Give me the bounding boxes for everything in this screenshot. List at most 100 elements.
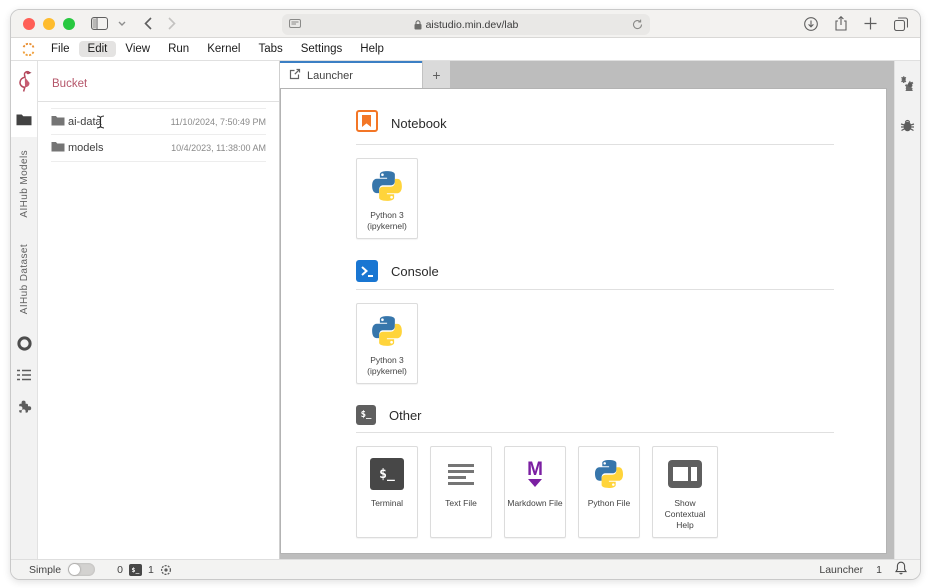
- minimize-window-button[interactable]: [43, 17, 55, 30]
- downloads-icon[interactable]: [804, 16, 818, 31]
- notifications-count: 1: [876, 563, 882, 576]
- reader-mode-icon[interactable]: [288, 19, 301, 30]
- menu-edit[interactable]: Edit: [78, 41, 117, 57]
- menu-help[interactable]: Help: [351, 41, 393, 57]
- divider: [356, 144, 834, 145]
- launcher-card-markdown-file[interactable]: M Markdown File: [504, 446, 566, 539]
- left-sidebar-dock: AIHub Models AIHub Dataset: [11, 61, 38, 559]
- card-sublabel: (ipykernel): [367, 221, 407, 232]
- card-label: Terminal: [370, 498, 404, 509]
- card-label: Python 3: [370, 355, 404, 366]
- window-controls: [23, 17, 75, 30]
- contextual-help-icon: [667, 456, 703, 492]
- sidebar-tab-aihub-dataset[interactable]: AIHub Dataset: [19, 244, 30, 314]
- menu-run[interactable]: Run: [159, 41, 198, 57]
- text-file-icon: [448, 463, 474, 485]
- debugger-icon[interactable]: [900, 118, 915, 138]
- card-label: Markdown File: [507, 498, 563, 509]
- launcher-card-contextual-help[interactable]: Show Contextual Help: [652, 446, 718, 539]
- section-title: Other: [389, 407, 422, 423]
- section-title: Console: [391, 263, 439, 279]
- jupyter-menubar: File Edit View Run Kernel Tabs Settings …: [11, 38, 920, 61]
- address-bar[interactable]: aistudio.min.dev/lab: [281, 14, 650, 35]
- running-kernels-icon[interactable]: [16, 336, 32, 351]
- file-browser-title: Bucket: [52, 78, 88, 90]
- launcher-card-python-file[interactable]: Python File: [578, 446, 640, 539]
- card-label: Python File: [587, 498, 631, 509]
- context-label: Launcher: [819, 563, 864, 576]
- file-modified: 11/10/2024, 7:50:49 PM: [170, 116, 266, 127]
- folder-icon: [51, 115, 65, 129]
- divider: [38, 101, 279, 102]
- main-dock-area: Launcher + Notebook Python 3 (ipykernel)…: [280, 61, 894, 559]
- file-browser-panel: Bucket ai-data 11/10/2024, 7:50:49 PM mo…: [38, 61, 280, 559]
- status-bar: Simple 0 $_ 1 Launcher 1: [11, 559, 920, 579]
- card-label: Show: [674, 498, 696, 509]
- file-row-ai-data[interactable]: ai-data 11/10/2024, 7:50:49 PM: [51, 108, 266, 135]
- menu-kernel[interactable]: Kernel: [198, 41, 249, 57]
- launcher-card-python3-notebook[interactable]: Python 3 (ipykernel): [356, 158, 418, 240]
- file-row-models[interactable]: models 10/4/2023, 11:38:00 AM: [51, 135, 266, 162]
- python-icon: [370, 168, 404, 204]
- launcher-card-terminal[interactable]: $_ Terminal: [356, 446, 418, 539]
- file-name: models: [68, 142, 104, 154]
- close-window-button[interactable]: [23, 17, 35, 30]
- table-of-contents-icon[interactable]: [17, 369, 31, 381]
- python-icon: [370, 313, 404, 349]
- bell-icon[interactable]: [895, 561, 907, 578]
- launcher-section-other: $_ Other $_ Terminal Text File M Markdow…: [356, 405, 834, 539]
- file-modified: 10/4/2023, 11:38:00 AM: [171, 143, 266, 153]
- launcher-card-text-file[interactable]: Text File: [430, 446, 492, 539]
- divider: [356, 289, 834, 291]
- chevron-down-icon[interactable]: [118, 21, 126, 26]
- terminals-count: 0: [117, 563, 123, 576]
- back-button[interactable]: [144, 17, 152, 30]
- notebook-icon: [356, 110, 378, 137]
- shell-icon: $_: [356, 405, 376, 426]
- menu-view[interactable]: View: [116, 41, 159, 57]
- tab-bar: Launcher +: [280, 61, 894, 88]
- text-cursor-pointer: [96, 115, 105, 132]
- card-label: Python 3: [370, 210, 404, 220]
- flamingo-logo-icon: [11, 61, 37, 101]
- kernels-count: 1: [147, 563, 154, 576]
- lock-icon: [414, 19, 422, 30]
- tab-launcher[interactable]: Launcher: [280, 61, 422, 88]
- tab-label: Launcher: [307, 69, 353, 82]
- card-sublabel: Contextual Help: [664, 509, 706, 531]
- kernel-status-icon[interactable]: [160, 564, 172, 576]
- property-inspector-icon[interactable]: [900, 75, 916, 96]
- console-icon: [356, 260, 378, 283]
- url-text: aistudio.min.dev/lab: [425, 18, 519, 31]
- new-tab-icon[interactable]: [864, 17, 877, 30]
- menu-file[interactable]: File: [42, 41, 79, 57]
- zoom-window-button[interactable]: [63, 17, 75, 30]
- card-label: Text File: [445, 498, 477, 509]
- terminal-status-icon[interactable]: $_: [128, 563, 142, 576]
- sidebar-tab-aihub-models[interactable]: AIHub Models: [19, 150, 30, 218]
- browser-toolbar: aistudio.min.dev/lab: [11, 10, 920, 38]
- forward-button[interactable]: [168, 17, 176, 30]
- card-sublabel: (ipykernel): [367, 366, 407, 377]
- launcher-panel: Notebook Python 3 (ipykernel) Console Py…: [280, 88, 887, 554]
- sidebar-tab-filebrowser[interactable]: [11, 101, 37, 137]
- tab-overview-icon[interactable]: [894, 16, 908, 31]
- terminal-icon: $_: [370, 458, 404, 491]
- launcher-card-python3-console[interactable]: Python 3 (ipykernel): [356, 303, 418, 385]
- reload-icon[interactable]: [632, 19, 643, 30]
- markdown-icon: M: [527, 460, 543, 487]
- launcher-tab-icon: [289, 68, 301, 83]
- launcher-section-notebook: Notebook Python 3 (ipykernel): [356, 110, 834, 240]
- menu-tabs[interactable]: Tabs: [249, 41, 291, 57]
- add-tab-button[interactable]: +: [422, 61, 450, 88]
- simple-mode-toggle[interactable]: [68, 563, 96, 576]
- share-icon[interactable]: [835, 16, 847, 31]
- extension-manager-icon[interactable]: [16, 399, 32, 415]
- simple-mode-label: Simple: [29, 563, 62, 576]
- menu-settings[interactable]: Settings: [292, 41, 352, 57]
- sidebar-toggle-icon[interactable]: [91, 17, 108, 30]
- app-logo-icon: [18, 42, 38, 57]
- browser-window: aistudio.min.dev/lab File Edit View Run …: [10, 9, 921, 580]
- folder-icon: [51, 141, 65, 155]
- section-title: Notebook: [391, 116, 447, 131]
